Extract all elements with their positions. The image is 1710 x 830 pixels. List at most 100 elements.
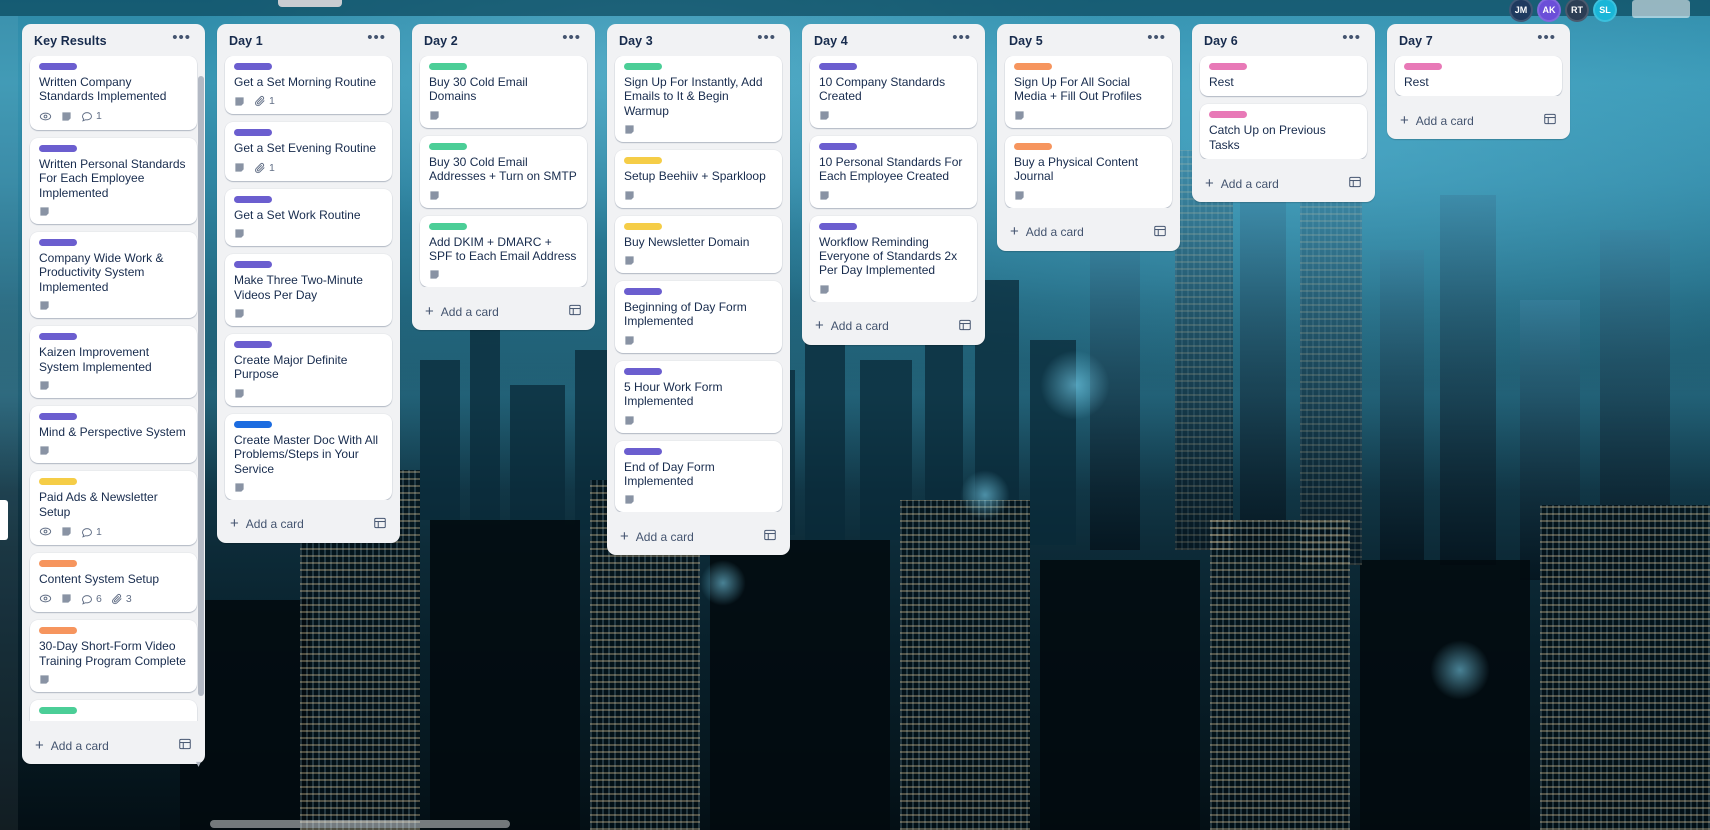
card-label-orange[interactable]: [39, 627, 77, 635]
add-card-button[interactable]: + Add a card: [416, 295, 591, 326]
card[interactable]: Buy 30 Cold Email Domains: [420, 56, 587, 128]
card-label-purple[interactable]: [39, 144, 77, 152]
list-title[interactable]: Day 5: [1009, 34, 1043, 48]
list-title[interactable]: Key Results: [34, 34, 107, 48]
list-title[interactable]: Day 6: [1204, 34, 1238, 48]
add-card-button[interactable]: + Add a card: [806, 310, 981, 341]
list-day-3[interactable]: Day 3 ••• Sign Up For Instantly, Add Email…: [607, 24, 790, 556]
card-label-purple[interactable]: [624, 447, 662, 455]
card[interactable]: Create Major Definite Purpose: [225, 333, 392, 406]
list-title[interactable]: Day 4: [814, 34, 848, 48]
card-label-purple[interactable]: [234, 195, 272, 203]
avatar[interactable]: JM: [1509, 0, 1533, 22]
card-template-icon[interactable]: [958, 318, 972, 335]
list-day-7[interactable]: Day 7 ••• Rest + Add a card: [1387, 24, 1570, 140]
card[interactable]: Get a Set Work Routine: [225, 188, 392, 247]
card[interactable]: Mind & Perspective System: [30, 405, 197, 464]
list-menu-icon[interactable]: •••: [1535, 30, 1558, 48]
card[interactable]: 10 Company Standards Created: [810, 56, 977, 128]
list-menu-icon[interactable]: •••: [755, 30, 778, 48]
card-label-green[interactable]: [429, 63, 467, 70]
card-label-green[interactable]: [624, 63, 662, 70]
card[interactable]: Buy 30 Cold Email Addresses + Turn on SM…: [420, 135, 587, 208]
card[interactable]: Add DKIM + DMARC + SPF to Each Email Add…: [420, 215, 587, 288]
card-label-yellow[interactable]: [624, 157, 662, 165]
board-header-button[interactable]: [1632, 0, 1690, 18]
card[interactable]: Written Personal Standards For Each Empl…: [30, 137, 197, 224]
card-label-yellow[interactable]: [39, 478, 77, 486]
card-label-yellow[interactable]: [624, 222, 662, 230]
card-label-purple[interactable]: [39, 412, 77, 420]
card-label-purple[interactable]: [234, 129, 272, 137]
board-lists-container[interactable]: Key Results ••• Written Company Standards …: [0, 16, 1710, 830]
card-label-orange[interactable]: [1014, 63, 1052, 70]
list-day-5[interactable]: Day 5 ••• Sign Up For All Social Media + F…: [997, 24, 1180, 251]
add-card-button[interactable]: + Add a card: [1001, 216, 1176, 247]
board-horizontal-scrollbar[interactable]: [0, 818, 1710, 830]
card-label-pink[interactable]: [1404, 63, 1442, 70]
card-label-orange[interactable]: [39, 560, 77, 568]
card[interactable]: Rest: [1200, 56, 1367, 97]
card[interactable]: End of Day Form Implemented: [615, 440, 782, 513]
card-label-purple[interactable]: [624, 287, 662, 295]
card-label-purple[interactable]: [234, 261, 272, 269]
card[interactable]: Written Company Standards Implemented 1: [30, 56, 197, 130]
add-card-button[interactable]: + Add a card: [1196, 167, 1371, 198]
add-card-button[interactable]: + Add a card: [26, 729, 201, 760]
card-template-icon[interactable]: [763, 528, 777, 545]
card[interactable]: Workflow Reminding Everyone of Standards…: [810, 215, 977, 302]
list-day-2[interactable]: Day 2 ••• Buy 30 Cold Email Domains Buy 30 …: [412, 24, 595, 331]
card-label-green[interactable]: [429, 222, 467, 230]
card-template-icon[interactable]: [1153, 224, 1167, 241]
browser-tab-stub[interactable]: [278, 0, 342, 7]
card[interactable]: Paid Ads & Newsletter Setup 1: [30, 471, 197, 546]
card[interactable]: Sign Up For Instantly, Add Emails to It …: [615, 56, 782, 143]
list-day-6[interactable]: Day 6 ••• Rest Catch Up on Previous Tasks + A…: [1192, 24, 1375, 203]
sidebar-expand-handle[interactable]: [0, 500, 8, 540]
list-title[interactable]: Day 1: [229, 34, 263, 48]
list-menu-icon[interactable]: •••: [365, 30, 388, 48]
card[interactable]: Company Wide Work & Productivity System …: [30, 231, 197, 319]
card[interactable]: Get a Set Evening Routine 1: [225, 122, 392, 181]
card[interactable]: Buy Newsletter Domain: [615, 215, 782, 273]
list-menu-icon[interactable]: •••: [1340, 30, 1363, 48]
card[interactable]: Buy a Physical Content Journal: [1005, 135, 1172, 208]
list-menu-icon[interactable]: •••: [950, 30, 973, 48]
avatar[interactable]: RT: [1565, 0, 1589, 22]
list-title[interactable]: Day 3: [619, 34, 653, 48]
list-day-1[interactable]: Day 1 ••• Get a Set Morning Routine 1 Get a …: [217, 24, 400, 543]
card-label-purple[interactable]: [234, 340, 272, 348]
card-template-icon[interactable]: [178, 737, 192, 754]
card[interactable]: Get a Set Morning Routine 1: [225, 56, 392, 115]
list-menu-icon[interactable]: •••: [1145, 30, 1168, 48]
card[interactable]: Make Three Two-Minute Videos Per Day: [225, 254, 392, 326]
board-horizontal-scrollbar-thumb[interactable]: [210, 820, 510, 828]
list-vertical-scrollbar[interactable]: [198, 76, 204, 696]
card-template-icon[interactable]: [1348, 175, 1362, 192]
card-label-purple[interactable]: [819, 222, 857, 230]
card-label-pink[interactable]: [1209, 111, 1247, 119]
card[interactable]: Setup Beehiiv + Sparkloop: [615, 150, 782, 208]
card[interactable]: 30-Day Short-Form Video Training Program…: [30, 620, 197, 693]
add-card-button[interactable]: + Add a card: [611, 520, 786, 551]
card-template-icon[interactable]: [1543, 112, 1557, 129]
list-day-4[interactable]: Day 4 ••• 10 Company Standards Created 10 P…: [802, 24, 985, 345]
add-card-button[interactable]: + Add a card: [221, 508, 396, 539]
avatar[interactable]: AK: [1537, 0, 1561, 22]
card[interactable]: Content System Setup 6 3: [30, 553, 197, 613]
list-key-results[interactable]: Key Results ••• Written Company Standards …: [22, 24, 205, 764]
card[interactable]: Rest: [1395, 56, 1562, 97]
avatar[interactable]: SL: [1593, 0, 1617, 22]
card[interactable]: Kaizen Improvement System Implemented: [30, 326, 197, 398]
add-card-button[interactable]: + Add a card: [1391, 104, 1566, 135]
card-template-icon[interactable]: [568, 303, 582, 320]
card[interactable]: 10 Personal Standards For Each Employee …: [810, 135, 977, 208]
card-label-purple[interactable]: [39, 333, 77, 341]
card[interactable]: 5 Hour Work Form Implemented: [615, 360, 782, 433]
card-label-green[interactable]: [39, 707, 77, 715]
card-label-green[interactable]: [429, 142, 467, 150]
card[interactable]: Cold Email System Setup: [30, 700, 197, 721]
card-label-purple[interactable]: [39, 63, 77, 70]
card-label-purple[interactable]: [39, 238, 77, 246]
card-label-purple[interactable]: [819, 63, 857, 70]
